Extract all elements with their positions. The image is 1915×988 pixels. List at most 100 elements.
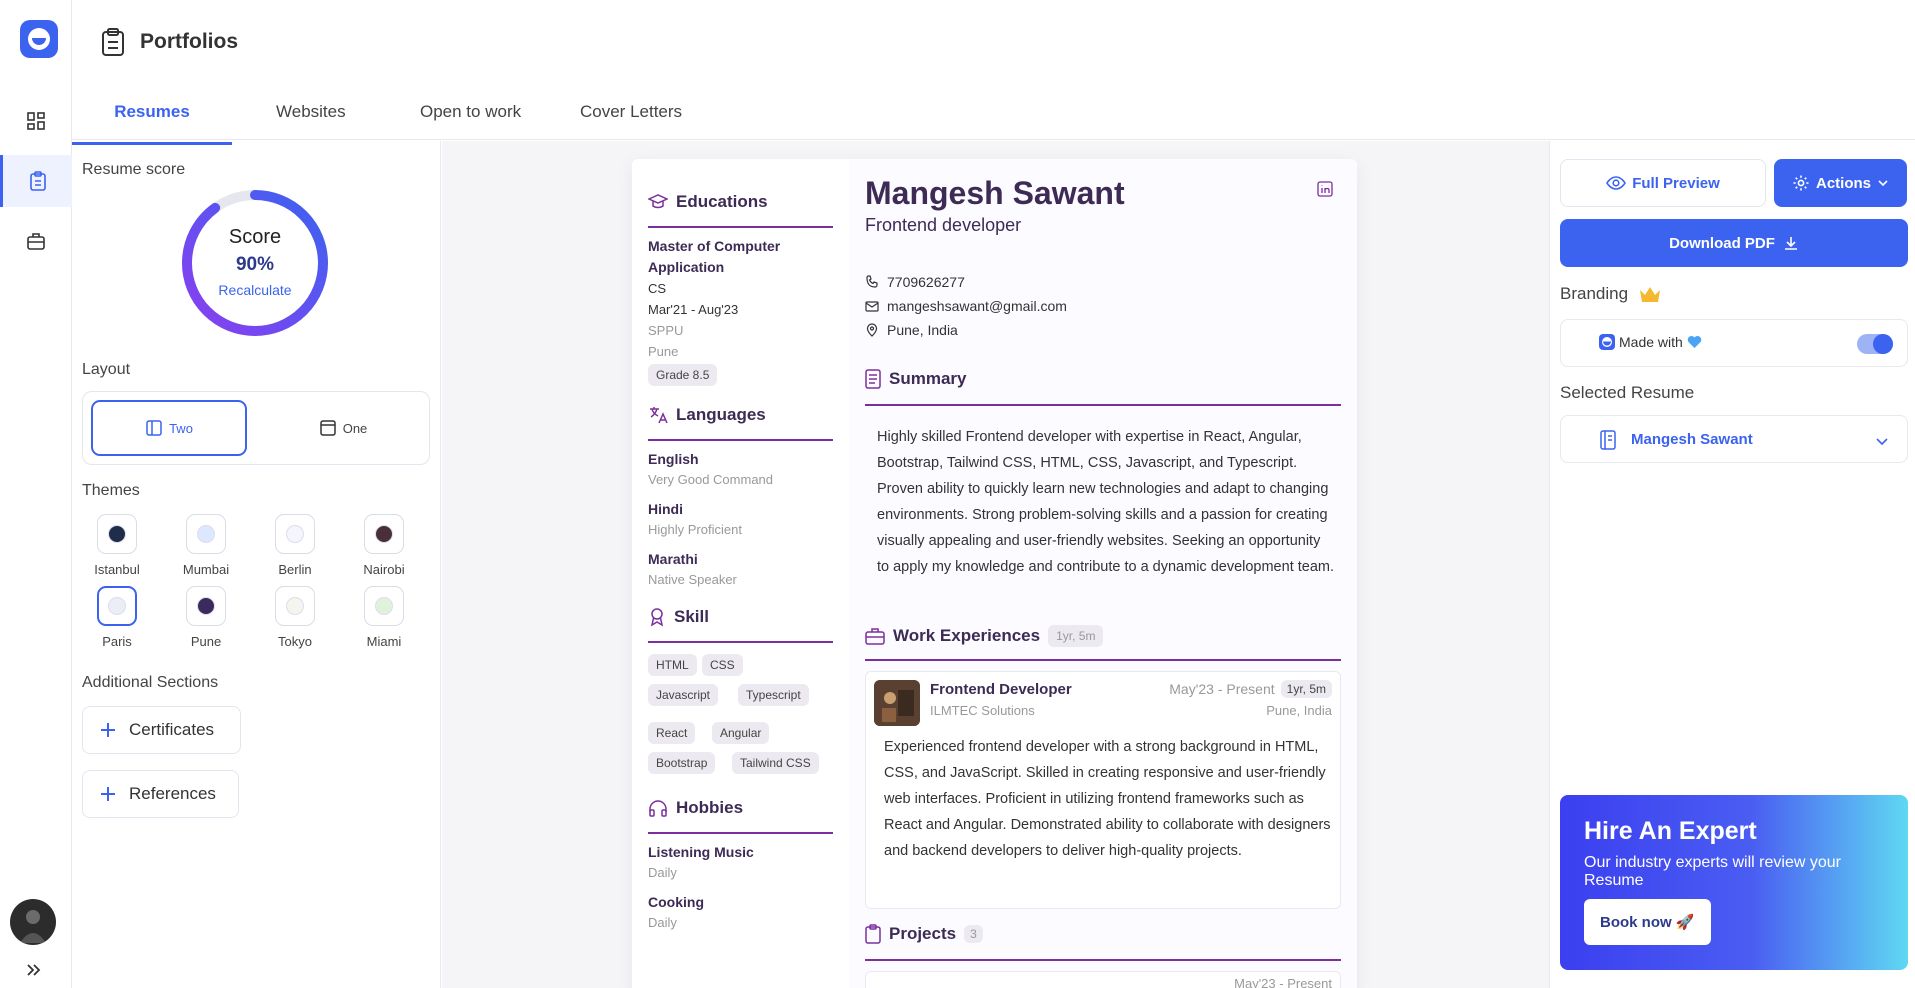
eye-icon <box>1606 176 1627 190</box>
layout-two-label: Two <box>169 420 193 436</box>
theme-swatch <box>97 586 137 626</box>
skill-chip: CSS <box>702 654 743 676</box>
phone-icon <box>866 275 878 288</box>
toggle-knob <box>1873 334 1893 354</box>
download-pdf-button[interactable]: Download PDF <box>1560 219 1908 267</box>
full-preview-button[interactable]: Full Preview <box>1560 159 1766 207</box>
edu-degree-line2: Application <box>648 259 725 275</box>
selected-resume-dropdown[interactable]: Mangesh Sawant <box>1560 415 1908 463</box>
portfolio-tabs: Resumes Websites Open to work Cover Lett… <box>72 92 1915 145</box>
skill-chip: Typescript <box>738 684 809 706</box>
contact-email: mangeshsawant@gmail.com <box>865 298 1067 314</box>
page-title: Portfolios <box>140 30 238 53</box>
add-certificates-button[interactable]: Certificates <box>82 706 241 754</box>
theme-option[interactable]: Paris <box>82 586 152 649</box>
skill-chip: Tailwind CSS <box>732 752 819 774</box>
edu-dates: Mar'21 - Aug'23 <box>648 302 739 317</box>
hobby-name: Cooking <box>648 894 704 910</box>
projects-heading: Projects 3 <box>865 924 983 944</box>
job-dates: May'23 - Present <box>1169 681 1275 697</box>
user-avatar[interactable] <box>10 899 56 945</box>
plus-icon <box>101 723 115 737</box>
score-title: Score <box>228 226 282 248</box>
chevron-down-icon <box>1876 438 1888 446</box>
skill-chip: Angular <box>712 722 770 744</box>
linkedin-icon[interactable] <box>1317 181 1333 197</box>
language-level: Native Speaker <box>648 572 737 587</box>
app-logo[interactable] <box>20 20 58 58</box>
layout-one-button[interactable]: One <box>265 400 421 456</box>
made-with-badge: Made with <box>1599 334 1702 350</box>
clipboard-icon <box>29 171 46 191</box>
actions-dropdown-button[interactable]: Actions <box>1774 159 1907 207</box>
tab-resumes[interactable]: Resumes <box>72 102 232 145</box>
skill-chip: Javascript <box>648 684 719 706</box>
tab-websites[interactable]: Websites <box>276 102 346 140</box>
summary-text: Highly skilled Frontend developer with e… <box>877 429 1335 575</box>
gear-icon <box>1793 175 1809 191</box>
languages-rule <box>648 439 833 441</box>
theme-option[interactable]: Tokyo <box>260 586 330 649</box>
resume-sidebar-column: Educations Master of Computer Applicatio… <box>632 159 849 988</box>
app-logo-small-icon <box>1599 334 1615 350</box>
dashboard-nav-button[interactable] <box>0 95 72 147</box>
theme-color-dot <box>375 597 393 615</box>
branding-toggle[interactable] <box>1857 334 1893 354</box>
theme-swatch <box>275 514 315 554</box>
editor-panel: Resume score Score 90% Recalculate Layou… <box>72 141 441 988</box>
plus-icon <box>101 787 115 801</box>
hobbies-heading: Hobbies <box>648 798 743 818</box>
educations-heading: Educations <box>648 192 768 212</box>
theme-name: Mumbai <box>182 562 230 577</box>
branding-card: Made with <box>1560 319 1908 367</box>
theme-name: Nairobi <box>363 562 405 577</box>
tab-open-to-work[interactable]: Open to work <box>420 102 521 140</box>
theme-name: Pune <box>190 634 222 649</box>
theme-option[interactable]: Berlin <box>260 514 330 577</box>
theme-swatch <box>364 586 404 626</box>
job-dates-row: May'23 - Present 1yr, 5m <box>1169 680 1332 698</box>
project-card: May'23 - Present <box>865 971 1341 988</box>
add-references-button[interactable]: References <box>82 770 239 818</box>
language-name: Marathi <box>648 551 698 567</box>
work-rule <box>865 659 1341 661</box>
skill-heading: Skill <box>648 607 709 627</box>
job-card: Frontend Developer ILMTEC Solutions May'… <box>865 671 1341 909</box>
portfolios-nav-button[interactable] <box>0 155 72 207</box>
add-certificates-label: Certificates <box>129 720 215 739</box>
tab-cover-letters[interactable]: Cover Letters <box>580 102 682 140</box>
book-now-button[interactable]: Book now 🚀 <box>1584 899 1711 945</box>
theme-option[interactable]: Istanbul <box>82 514 152 577</box>
headphones-icon <box>649 800 667 817</box>
edu-grade-chip: Grade 8.5 <box>648 364 718 386</box>
document-icon <box>865 369 881 389</box>
clipboard-icon <box>102 28 124 56</box>
edu-degree-line1: Master of Computer <box>648 238 781 254</box>
skill-chip: Bootstrap <box>648 752 716 774</box>
expand-sidebar-button[interactable] <box>24 960 48 984</box>
languages-heading: Languages <box>648 405 766 425</box>
hire-expert-banner: Hire An Expert Our industry experts will… <box>1560 795 1908 970</box>
jobs-nav-button[interactable] <box>0 215 72 267</box>
heart-icon <box>1687 336 1702 348</box>
theme-option[interactable]: Nairobi <box>349 514 419 577</box>
language-level: Highly Proficient <box>648 522 742 537</box>
two-column-icon <box>146 420 162 436</box>
theme-option[interactable]: Miami <box>349 586 419 649</box>
theme-option[interactable]: Mumbai <box>171 514 241 577</box>
theme-color-dot <box>197 525 215 543</box>
layout-two-button[interactable]: Two <box>91 400 247 456</box>
hobby-name: Listening Music <box>648 844 754 860</box>
layout-selector: Two One <box>82 391 430 465</box>
theme-color-dot <box>286 525 304 543</box>
theme-option[interactable]: Pune <box>171 586 241 649</box>
download-pdf-label: Download PDF <box>1669 234 1775 252</box>
theme-name: Berlin <box>278 562 312 577</box>
recalculate-button[interactable]: Recalculate <box>180 282 330 298</box>
language-name: English <box>648 451 699 467</box>
branding-heading: Branding <box>1560 284 1662 304</box>
theme-color-dot <box>108 597 126 615</box>
award-icon <box>650 608 664 627</box>
selected-resume-value: Mangesh Sawant <box>1631 431 1753 448</box>
skill-chip: React <box>648 722 696 744</box>
